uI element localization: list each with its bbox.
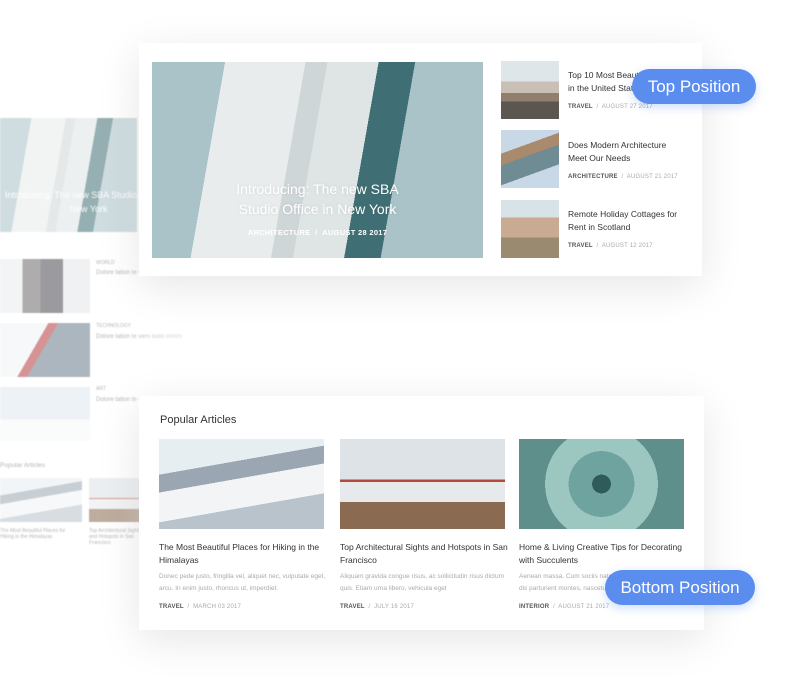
bg-popular-image bbox=[0, 478, 82, 522]
hero-article[interactable]: Introducing: The new SBA Studio Office i… bbox=[152, 62, 483, 258]
article-title[interactable]: The Most Beautiful Places for Hiking in … bbox=[159, 541, 329, 567]
article-excerpt: Donec pede justo, fringilla vel, aliquet… bbox=[159, 573, 326, 592]
bg-list-image bbox=[0, 259, 90, 313]
bg-popular-heading: Popular Articles bbox=[0, 462, 46, 469]
article-meta: TRAVEL / MARCH 03 2017 bbox=[159, 604, 242, 610]
side-article-title[interactable]: Remote Holiday Cottages for Rent in Scot… bbox=[568, 208, 683, 233]
hero-category[interactable]: ARCHITECTURE bbox=[248, 228, 311, 237]
article-meta: INTERIOR / AUGUST 21 2017 bbox=[519, 604, 610, 610]
top-featured-card: Introducing: The new SBA Studio Office i… bbox=[139, 43, 702, 276]
article-title[interactable]: Home & Living Creative Tips for Decorati… bbox=[519, 541, 689, 567]
top-position-label: Top Position bbox=[632, 69, 756, 104]
article-image[interactable] bbox=[159, 439, 324, 529]
side-article-image[interactable] bbox=[501, 130, 559, 188]
popular-heading: Popular Articles bbox=[160, 414, 237, 426]
bg-list-category: ART bbox=[96, 386, 106, 392]
article-image[interactable] bbox=[340, 439, 505, 529]
hero-title[interactable]: Introducing: The new SBA Studio Office i… bbox=[152, 179, 483, 219]
bottom-position-label: Bottom Position bbox=[605, 570, 755, 605]
article-meta: TRAVEL / JULY 16 2017 bbox=[340, 604, 414, 610]
side-article-meta: TRAVEL / AUGUST 12 2017 bbox=[568, 243, 653, 249]
side-article-image[interactable] bbox=[501, 61, 559, 119]
bg-list-image bbox=[0, 323, 90, 377]
bg-popular-title: The Most Beautiful Places for Hiking in … bbox=[0, 528, 66, 540]
article-title[interactable]: Top Architectural Sights and Hotspots in… bbox=[340, 541, 510, 567]
bg-list-image bbox=[0, 387, 90, 441]
side-article-title[interactable]: Does Modern Architecture Meet Our Needs bbox=[568, 139, 683, 164]
side-article-image[interactable] bbox=[501, 200, 559, 258]
article-image[interactable] bbox=[519, 439, 684, 529]
bg-hero-image: Introducing: The new SBA Studio Office i… bbox=[0, 118, 172, 232]
bg-list-category: WORLD bbox=[96, 260, 115, 266]
hero-date: AUGUST 28 2017 bbox=[322, 228, 388, 237]
side-article-meta: ARCHITECTURE / AUGUST 21 2017 bbox=[568, 174, 678, 180]
side-article-meta: TRAVEL / AUGUST 27 2017 bbox=[568, 104, 653, 110]
hero-meta: ARCHITECTURE / AUGUST 28 2017 bbox=[247, 228, 388, 237]
article-excerpt: Aliquam gravida congue risus, ac sollici… bbox=[340, 573, 505, 592]
